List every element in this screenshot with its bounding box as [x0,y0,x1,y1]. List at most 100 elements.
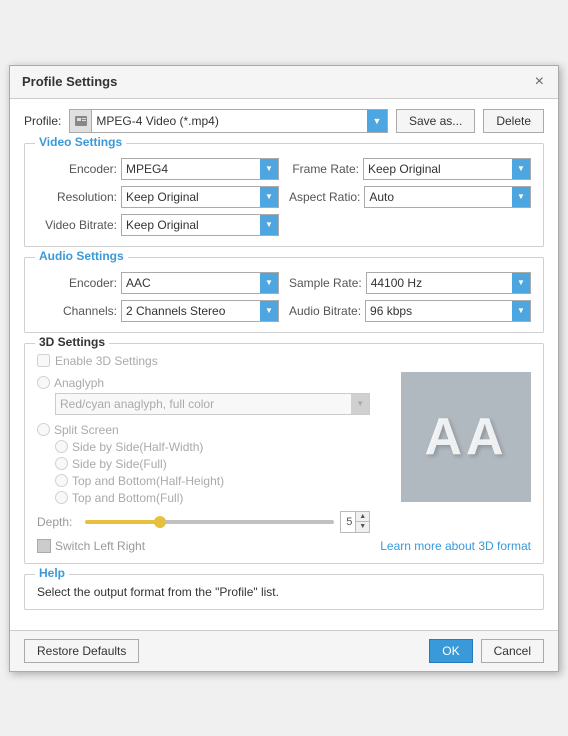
frame-rate-value: Keep Original [364,162,512,176]
anaglyph-radio[interactable] [37,376,50,389]
top-bottom-half-radio[interactable] [55,474,68,487]
help-content: Select the output format from the "Profi… [25,575,543,609]
encoder-select[interactable]: MPEG4 [121,158,279,180]
resolution-select[interactable]: Keep Original [121,186,279,208]
dialog-title: Profile Settings [22,74,117,89]
video-row3-empty [289,214,531,236]
profile-settings-dialog: Profile Settings × Profile: MPEG-4 Video… [9,65,559,672]
audio-settings-grid: Encoder: AAC Sample Rate: 44100 Hz [37,272,531,322]
top-bottom-full-row: Top and Bottom(Full) [37,491,370,505]
help-text: Select the output format from the "Profi… [37,585,279,599]
channels-field: Channels: 2 Channels Stereo [37,300,279,322]
encoder-arrow[interactable] [260,159,278,179]
aspect-ratio-value: Auto [365,190,512,204]
side-by-side-full-label: Side by Side(Full) [72,457,167,471]
close-button[interactable]: × [533,74,546,90]
profile-select[interactable]: MPEG-4 Video (*.mp4) [69,109,388,133]
frame-rate-label: Frame Rate: [289,162,359,176]
resolution-value: Keep Original [122,190,260,204]
audio-encoder-label: Encoder: [37,276,117,290]
frame-rate-arrow[interactable] [512,159,530,179]
audio-settings-title: Audio Settings [35,249,128,263]
footer-right: OK Cancel [429,639,544,663]
aspect-ratio-select[interactable]: Auto [364,186,531,208]
profile-row: Profile: MPEG-4 Video (*.mp4) Save as...… [24,109,544,133]
video-settings-grid: Encoder: MPEG4 Frame Rate: Keep Original [37,158,531,236]
anaglyph-label: Anaglyph [54,376,104,390]
top-bottom-full-label: Top and Bottom(Full) [72,491,183,505]
video-settings-section: Video Settings Encoder: MPEG4 Frame Rate… [24,143,544,247]
side-by-side-half-row: Side by Side(Half-Width) [37,440,370,454]
resolution-field: Resolution: Keep Original [37,186,279,208]
cancel-button[interactable]: Cancel [481,639,544,663]
video-bitrate-arrow[interactable] [260,215,278,235]
help-section: Help Select the output format from the "… [24,574,544,610]
aspect-ratio-arrow[interactable] [512,187,530,207]
enable-3d-label: Enable 3D Settings [55,354,158,368]
restore-defaults-button[interactable]: Restore Defaults [24,639,139,663]
depth-slider[interactable] [85,520,334,524]
audio-encoder-field: Encoder: AAC [37,272,279,294]
depth-up-arrow[interactable]: ▲ [356,512,369,523]
split-screen-radio[interactable] [37,423,50,436]
anaglyph-dropdown-wrap: Red/cyan anaglyph, full color [37,393,370,415]
delete-button[interactable]: Delete [483,109,544,133]
video-bitrate-value: Keep Original [122,218,260,232]
profile-icon [70,110,92,132]
sample-rate-arrow[interactable] [512,273,530,293]
depth-value-spinner[interactable]: 5 ▲ ▼ [340,511,370,533]
save-as-button[interactable]: Save as... [396,109,475,133]
learn-more-link[interactable]: Learn more about 3D format [380,539,531,553]
top-bottom-full-radio[interactable] [55,491,68,504]
side-by-side-half-radio[interactable] [55,440,68,453]
audio-bitrate-select[interactable]: 96 kbps [365,300,531,322]
sample-rate-label: Sample Rate: [289,276,362,290]
profile-select-text: MPEG-4 Video (*.mp4) [92,114,367,128]
ok-button[interactable]: OK [429,639,472,663]
side-by-side-half-label: Side by Side(Half-Width) [72,440,203,454]
audio-bitrate-arrow[interactable] [512,301,530,321]
anaglyph-option: Red/cyan anaglyph, full color [56,397,351,411]
video-bitrate-label: Video Bitrate: [37,218,117,232]
depth-label: Depth: [37,515,79,529]
split-screen-label: Split Screen [54,423,119,437]
enable-3d-checkbox[interactable] [37,354,50,367]
sample-rate-field: Sample Rate: 44100 Hz [289,272,531,294]
frame-rate-select[interactable]: Keep Original [363,158,531,180]
depth-row: Depth: 5 ▲ ▼ [37,511,370,533]
profile-dropdown-arrow[interactable] [367,110,387,132]
resolution-arrow[interactable] [260,187,278,207]
side-by-side-full-radio[interactable] [55,457,68,470]
channels-select[interactable]: 2 Channels Stereo [121,300,279,322]
split-screen-radio-row: Split Screen [37,423,370,437]
anaglyph-arrow[interactable] [351,394,369,414]
audio-bitrate-value: 96 kbps [366,304,512,318]
dialog-body: Profile: MPEG-4 Video (*.mp4) Save as...… [10,99,558,630]
audio-encoder-arrow[interactable] [260,273,278,293]
video-bitrate-select[interactable]: Keep Original [121,214,279,236]
switch-lr-checkbox[interactable] [37,539,51,553]
3d-preview-box: AA [401,372,531,502]
switch-lr-row: Switch Left Right [37,539,370,553]
depth-down-arrow[interactable]: ▼ [356,522,369,532]
aspect-ratio-field: Aspect Ratio: Auto [289,186,531,208]
top-bottom-half-label: Top and Bottom(Half-Height) [72,474,224,488]
encoder-field: Encoder: MPEG4 [37,158,279,180]
sample-rate-select[interactable]: 44100 Hz [366,272,531,294]
audio-encoder-value: AAC [122,276,260,290]
split-screen-group: Split Screen Side by Side(Half-Width) Si… [37,423,370,505]
title-bar: Profile Settings × [10,66,558,99]
aspect-ratio-label: Aspect Ratio: [289,190,360,204]
learn-more-row: Learn more about 3D format [380,539,531,553]
channels-value: 2 Channels Stereo [122,304,260,318]
encoder-value: MPEG4 [122,162,260,176]
3d-settings-body: Anaglyph Red/cyan anaglyph, full color [37,376,531,553]
anaglyph-radio-row: Anaglyph [37,376,370,390]
3d-settings-left: Anaglyph Red/cyan anaglyph, full color [37,376,370,553]
profile-label: Profile: [24,114,61,128]
anaglyph-select[interactable]: Red/cyan anaglyph, full color [55,393,370,415]
audio-encoder-select[interactable]: AAC [121,272,279,294]
dialog-footer: Restore Defaults OK Cancel [10,630,558,671]
preview-letters: AA [424,407,507,467]
channels-arrow[interactable] [260,301,278,321]
